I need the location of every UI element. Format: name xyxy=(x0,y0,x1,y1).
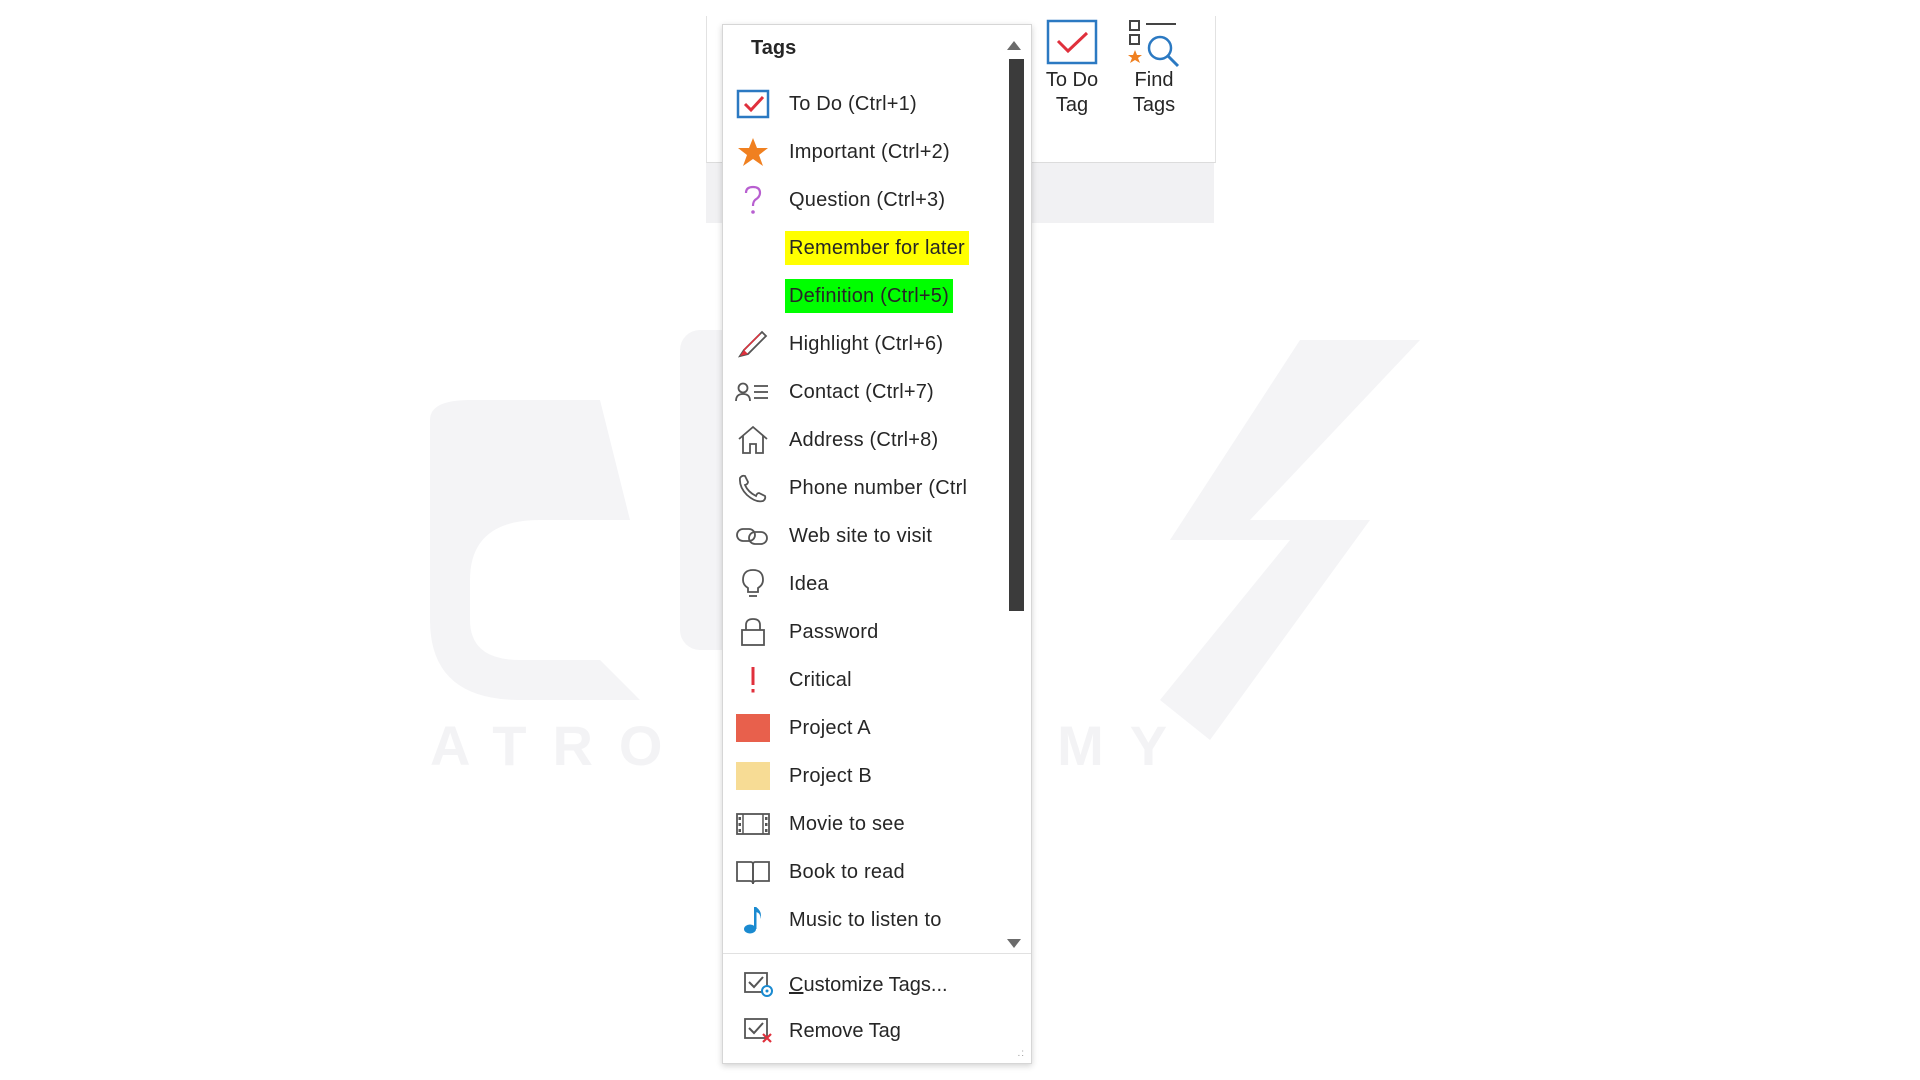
customize-tags-icon xyxy=(743,971,775,999)
todo-tag-checkbox-icon xyxy=(1044,18,1100,68)
exclamation-icon xyxy=(735,664,771,696)
tag-item-definition[interactable]: Definition (Ctrl+5) xyxy=(723,272,1009,320)
star-icon xyxy=(735,136,771,168)
tag-list: To Do (Ctrl+1) Important (Ctrl+2) Questi… xyxy=(723,80,1009,944)
tag-label: Remember for later xyxy=(785,231,969,265)
tag-item-project-b[interactable]: Project B xyxy=(723,752,1009,800)
contact-card-icon xyxy=(735,376,771,408)
red-square-icon xyxy=(735,712,771,744)
tag-label: Definition (Ctrl+5) xyxy=(785,279,953,313)
tag-label: Web site to visit xyxy=(789,525,933,547)
tag-label: To Do (Ctrl+1) xyxy=(789,93,917,115)
tag-item-password[interactable]: Password xyxy=(723,608,1009,656)
dropdown-divider xyxy=(723,953,1031,954)
tag-item-contact[interactable]: Contact (Ctrl+7) xyxy=(723,368,1009,416)
todo-tag-button[interactable]: To Do Tag xyxy=(1036,18,1108,128)
customize-tags-label: Customize Tags... xyxy=(789,974,948,996)
film-strip-icon xyxy=(735,808,771,840)
scroll-thumb[interactable] xyxy=(1009,59,1024,611)
lightbulb-icon xyxy=(735,568,771,600)
tag-item-remember-for-later[interactable]: Remember for later xyxy=(723,224,1009,272)
tag-item-highlight[interactable]: Highlight (Ctrl+6) xyxy=(723,320,1009,368)
resize-grip[interactable]: .: xyxy=(1017,1048,1025,1059)
tag-item-question[interactable]: Question (Ctrl+3) xyxy=(723,176,1009,224)
tag-label: Project A xyxy=(789,717,871,739)
tag-label: Highlight (Ctrl+6) xyxy=(789,333,944,355)
tag-label: Important (Ctrl+2) xyxy=(789,141,950,163)
find-tags-label: Find Tags xyxy=(1132,69,1176,116)
remove-tag-command[interactable]: Remove Tag xyxy=(723,1009,1031,1053)
yellow-square-icon xyxy=(735,760,771,792)
highlighter-pen-icon xyxy=(735,328,771,360)
find-tags-icon xyxy=(1126,18,1182,68)
scroll-down-arrow-icon[interactable] xyxy=(1007,939,1021,948)
remove-tag-icon xyxy=(743,1017,775,1045)
tag-item-todo[interactable]: To Do (Ctrl+1) xyxy=(723,80,1009,128)
tag-item-critical[interactable]: Critical xyxy=(723,656,1009,704)
tag-item-important[interactable]: Important (Ctrl+2) xyxy=(723,128,1009,176)
tag-label: Idea xyxy=(789,573,829,595)
dropdown-scrollbar[interactable] xyxy=(1005,31,1024,951)
link-icon xyxy=(735,520,771,552)
tag-item-book[interactable]: Book to read xyxy=(723,848,1009,896)
phone-icon xyxy=(735,472,771,504)
open-book-icon xyxy=(735,856,771,888)
dropdown-title: Tags xyxy=(751,37,797,59)
tag-label: Password xyxy=(789,621,879,643)
tag-item-project-a[interactable]: Project A xyxy=(723,704,1009,752)
todo-tag-label: To Do Tag xyxy=(1045,69,1099,116)
tag-label: Project B xyxy=(789,765,872,787)
find-tags-button[interactable]: Find Tags xyxy=(1118,18,1190,128)
tag-label: Critical xyxy=(789,669,852,691)
question-mark-icon xyxy=(735,184,771,216)
tag-item-address[interactable]: Address (Ctrl+8) xyxy=(723,416,1009,464)
checkbox-checked-icon xyxy=(735,88,771,120)
tag-item-web-site[interactable]: Web site to visit xyxy=(723,512,1009,560)
tags-dropdown: Tags To Do (Ctrl+1) Important (Ctrl+2) Q… xyxy=(722,24,1032,1064)
tag-item-movie[interactable]: Movie to see xyxy=(723,800,1009,848)
tag-item-phone-number[interactable]: Phone number (Ctrl xyxy=(723,464,1009,512)
tag-label: Phone number (Ctrl xyxy=(789,477,968,499)
remove-tag-label: Remove Tag xyxy=(789,1020,901,1042)
tag-label: Book to read xyxy=(789,861,905,883)
scroll-up-arrow-icon[interactable] xyxy=(1007,41,1021,50)
tag-label: Address (Ctrl+8) xyxy=(789,429,939,451)
tag-label: Movie to see xyxy=(789,813,905,835)
tag-item-music[interactable]: Music to listen to xyxy=(723,896,1009,944)
tag-label: Question (Ctrl+3) xyxy=(789,189,946,211)
padlock-icon xyxy=(735,616,771,648)
tag-item-idea[interactable]: Idea xyxy=(723,560,1009,608)
house-icon xyxy=(735,424,771,456)
tag-label: Music to listen to xyxy=(789,909,942,931)
music-note-icon xyxy=(735,904,771,936)
tag-label: Contact (Ctrl+7) xyxy=(789,381,934,403)
customize-tags-command[interactable]: Customize Tags... xyxy=(723,963,1031,1007)
